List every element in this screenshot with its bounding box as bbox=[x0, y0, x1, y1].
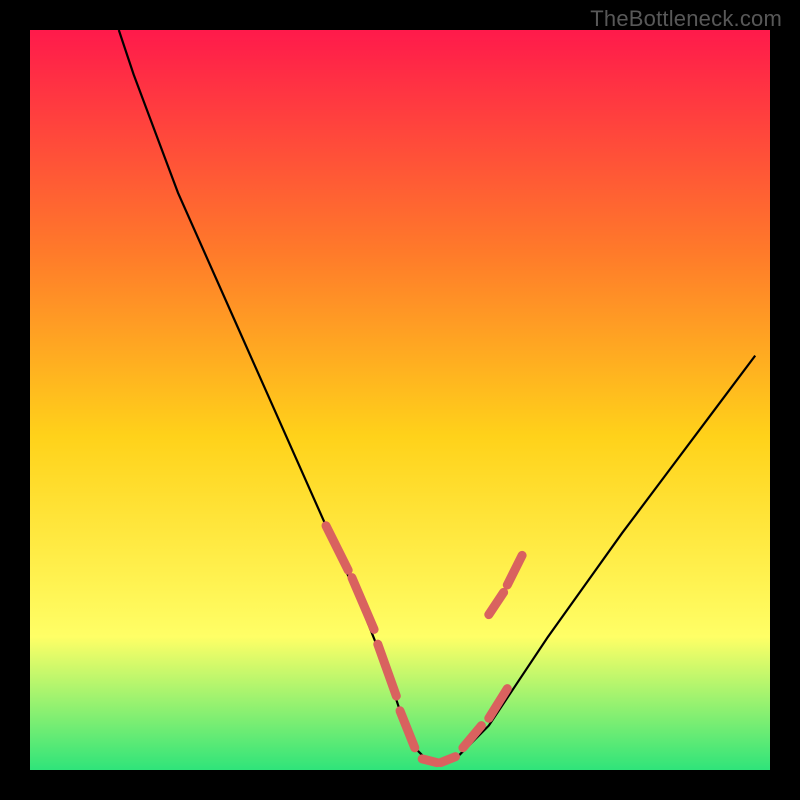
highlight-dash bbox=[441, 757, 456, 763]
chart-area bbox=[30, 30, 770, 770]
gradient-background bbox=[30, 30, 770, 770]
highlight-dash bbox=[422, 759, 437, 763]
watermark-text: TheBottleneck.com bbox=[590, 6, 782, 32]
chart-svg bbox=[30, 30, 770, 770]
